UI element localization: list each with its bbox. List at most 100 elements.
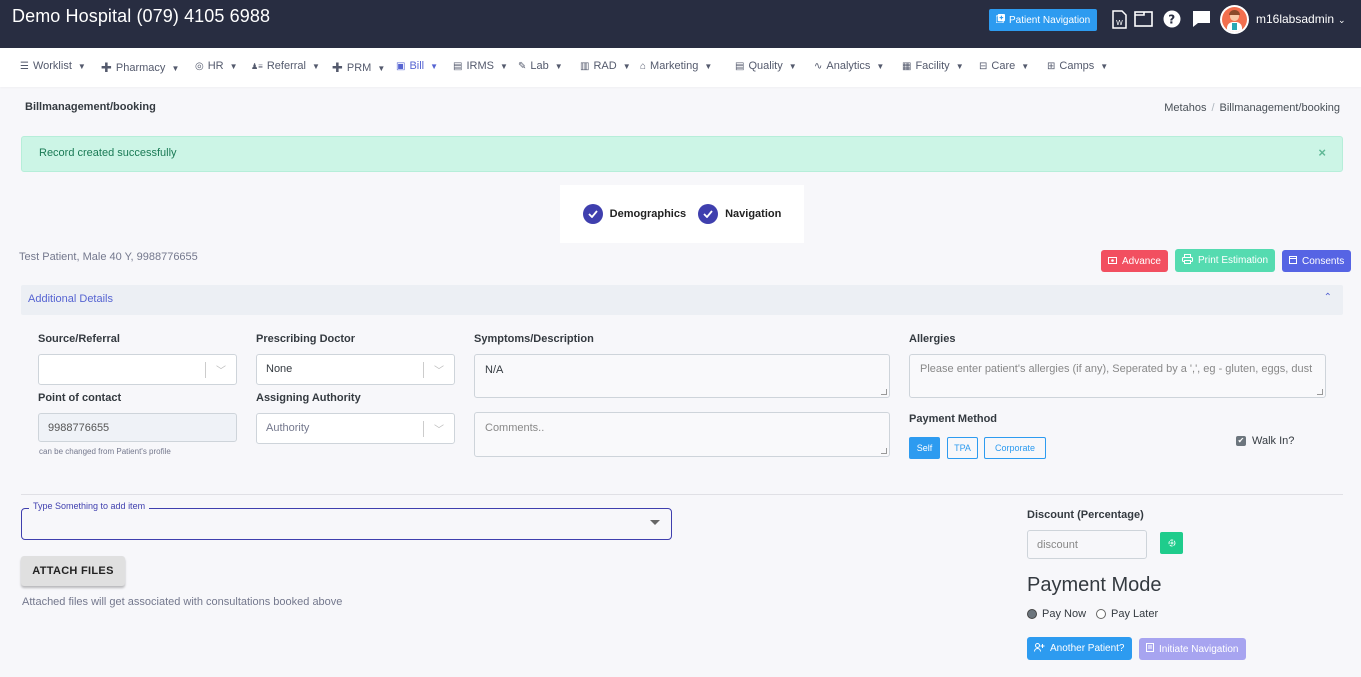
bill-icon: ▣ bbox=[396, 60, 406, 72]
allergies-textarea[interactable]: Please enter patient's allergies (if any… bbox=[909, 354, 1326, 398]
nav-item-irms[interactable]: ▤ IRMS ▼ bbox=[453, 60, 508, 72]
word-doc-icon[interactable]: W bbox=[1112, 10, 1127, 29]
dropdown-arrow-icon[interactable] bbox=[650, 520, 660, 525]
svg-text:W: W bbox=[1116, 19, 1123, 27]
bag-icon: ⌂ bbox=[640, 60, 647, 72]
point-of-contact-hint: can be changed from Patient's profile bbox=[39, 447, 171, 456]
caret-down-icon: ▼ bbox=[622, 61, 631, 71]
chevron-down-icon: ﹀ bbox=[216, 366, 226, 377]
book-icon: ▥ bbox=[580, 60, 590, 72]
payment-method-corporate[interactable]: Corporate bbox=[984, 437, 1046, 459]
chevron-down-icon: ﹀ bbox=[434, 366, 444, 377]
assigning-authority-select[interactable]: Authority ﹀ bbox=[256, 413, 455, 444]
attach-files-button[interactable]: ATTACH FILES bbox=[21, 556, 125, 586]
walk-in-label: Walk In? bbox=[1252, 435, 1295, 447]
window-icon[interactable] bbox=[1134, 10, 1153, 27]
user-avatar[interactable] bbox=[1220, 5, 1249, 34]
breadcrumb-separator: / bbox=[1211, 102, 1215, 114]
add-item-autocomplete[interactable]: Type Something to add item bbox=[21, 501, 672, 540]
another-patient-button[interactable]: Another Patient? bbox=[1027, 637, 1132, 660]
comments-textarea[interactable]: Comments.. bbox=[474, 412, 890, 457]
caret-down-icon: ▼ bbox=[876, 61, 885, 71]
document-icon bbox=[1146, 643, 1154, 655]
success-alert: Record created successfully × bbox=[21, 136, 1343, 172]
nav-item-rad[interactable]: ▥ RAD ▼ bbox=[580, 60, 631, 72]
source-referral-label: Source/Referral bbox=[38, 333, 120, 345]
apply-icon bbox=[1168, 536, 1176, 550]
resize-handle-icon[interactable] bbox=[881, 389, 887, 395]
caret-down-icon: ▼ bbox=[430, 61, 439, 71]
assigning-authority-label: Assigning Authority bbox=[256, 392, 361, 404]
breadcrumb-item-home[interactable]: Metahos bbox=[1164, 102, 1206, 114]
patient-navigation-label: Patient Navigation bbox=[1009, 14, 1091, 26]
caret-down-icon: ▼ bbox=[955, 61, 964, 71]
user-list-icon: ♟≡ bbox=[251, 61, 263, 71]
caret-down-icon: ▼ bbox=[1100, 61, 1109, 71]
payment-method-label: Payment Method bbox=[909, 413, 998, 425]
step-navigation[interactable]: Navigation bbox=[698, 204, 781, 224]
point-of-contact-input[interactable]: 9988776655 bbox=[38, 413, 237, 442]
caret-down-icon: ▼ bbox=[171, 63, 180, 73]
chat-icon[interactable] bbox=[1192, 10, 1211, 28]
additional-details-title: Additional Details bbox=[28, 293, 113, 305]
select-divider bbox=[423, 362, 424, 378]
nav-item-bill[interactable]: ▣ Bill ▼ bbox=[396, 60, 438, 72]
caret-down-icon: ▼ bbox=[554, 61, 563, 71]
checkbox-checked-icon: ✔ bbox=[1236, 436, 1246, 446]
pay-now-radio[interactable]: Pay Now bbox=[1027, 608, 1086, 620]
symptoms-textarea[interactable]: N/A bbox=[474, 354, 890, 398]
payment-mode-radios: Pay Now Pay Later bbox=[1027, 608, 1158, 620]
printer-icon bbox=[1182, 254, 1193, 267]
step-demographics[interactable]: Demographics bbox=[582, 204, 687, 224]
kit-icon: ⊞ bbox=[1047, 60, 1056, 72]
prescribing-doctor-select[interactable]: None ﹀ bbox=[256, 354, 455, 385]
caret-down-icon: ▼ bbox=[377, 63, 386, 73]
payment-method-tpa[interactable]: TPA bbox=[947, 437, 978, 459]
allergies-label: Allergies bbox=[909, 333, 956, 345]
nav-item-hr[interactable]: ◎ HR ▼ bbox=[195, 60, 238, 72]
payment-method-self[interactable]: Self bbox=[909, 437, 940, 459]
close-icon[interactable]: × bbox=[1318, 145, 1326, 160]
nav-item-camps[interactable]: ⊞ Camps ▼ bbox=[1047, 60, 1108, 72]
caret-down-icon: ▼ bbox=[77, 61, 86, 71]
resize-handle-icon[interactable] bbox=[1317, 389, 1323, 395]
symptoms-label: Symptoms/Description bbox=[474, 333, 594, 345]
consents-button[interactable]: Consents bbox=[1282, 250, 1352, 272]
caret-down-icon: ▼ bbox=[1021, 61, 1030, 71]
source-referral-select[interactable]: ﹀ bbox=[38, 354, 237, 385]
id-card-icon: ▤ bbox=[453, 60, 463, 72]
nav-item-pharmacy[interactable]: ✚ Pharmacy ▼ bbox=[101, 60, 179, 76]
pay-later-radio[interactable]: Pay Later bbox=[1096, 608, 1158, 620]
user-menu[interactable]: m16labsadmin ⌄ bbox=[1256, 12, 1346, 26]
plus-icon: ✚ bbox=[101, 60, 112, 75]
chevron-down-icon: ⌄ bbox=[1338, 15, 1346, 25]
nav-item-analytics[interactable]: ∿ Analytics ▼ bbox=[814, 60, 884, 72]
nav-item-worklist[interactable]: ☰ Worklist ▼ bbox=[20, 60, 86, 72]
patient-summary: Test Patient, Male 40 Y, 9988776655 bbox=[19, 251, 198, 263]
nav-item-quality[interactable]: ▤ Quality ▼ bbox=[735, 60, 797, 72]
discount-input[interactable]: discount bbox=[1027, 530, 1147, 559]
advance-button[interactable]: Advance bbox=[1101, 250, 1168, 272]
nav-item-facility[interactable]: ▦ Facility ▼ bbox=[902, 60, 964, 72]
point-of-contact-label: Point of contact bbox=[38, 392, 122, 404]
walk-in-checkbox[interactable]: ✔ Walk In? bbox=[1236, 435, 1294, 447]
chevron-down-icon: ﹀ bbox=[434, 425, 444, 436]
list-icon: ☰ bbox=[20, 60, 29, 72]
nav-item-marketing[interactable]: ⌂ Marketing ▼ bbox=[640, 60, 712, 72]
additional-details-toggle[interactable]: Additional Details ⌃ bbox=[21, 285, 1343, 315]
help-icon[interactable]: ? bbox=[1163, 10, 1181, 28]
print-estimation-button[interactable]: Print Estimation bbox=[1175, 249, 1276, 272]
initiate-navigation-button[interactable]: Initiate Navigation bbox=[1139, 638, 1246, 660]
alert-message: Record created successfully bbox=[39, 147, 177, 159]
resize-handle-icon[interactable] bbox=[881, 448, 887, 454]
nav-item-prm[interactable]: ✚ PRM ▼ bbox=[332, 60, 385, 76]
nav-item-care[interactable]: ⊟ Care ▼ bbox=[979, 60, 1029, 72]
booking-stepper: Demographics Navigation bbox=[560, 185, 804, 243]
apply-discount-button[interactable] bbox=[1160, 532, 1183, 554]
nav-item-lab[interactable]: ✎ Lab ▼ bbox=[518, 60, 563, 72]
building-icon: ▦ bbox=[902, 60, 912, 72]
step-label: Demographics bbox=[609, 208, 687, 220]
chart-box-icon: ▤ bbox=[735, 60, 745, 72]
nav-item-referral[interactable]: ♟≡ Referral ▼ bbox=[251, 60, 320, 72]
patient-navigation-button[interactable]: Patient Navigation bbox=[989, 9, 1098, 31]
